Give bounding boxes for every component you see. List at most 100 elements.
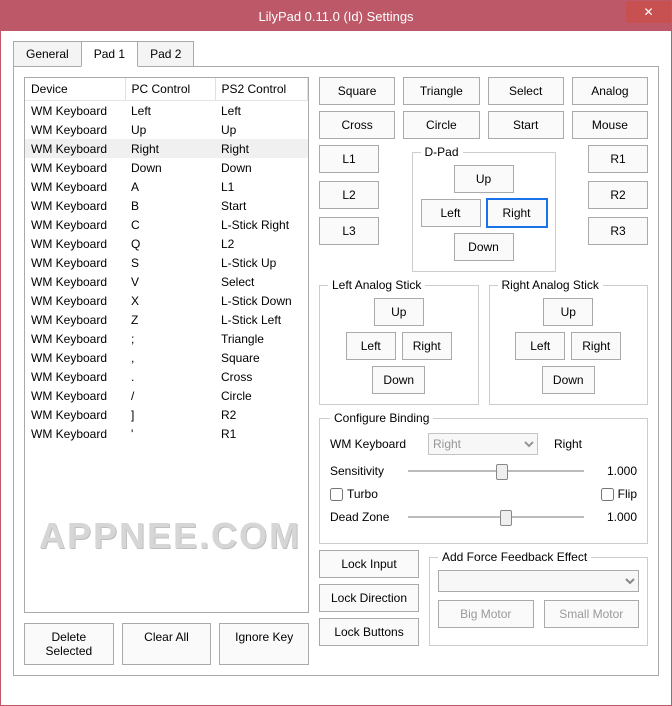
lock-input-button[interactable]: Lock Input xyxy=(319,550,419,578)
cell-pc: V xyxy=(125,272,215,291)
tab-general[interactable]: General xyxy=(13,41,82,66)
cross-button[interactable]: Cross xyxy=(319,111,395,139)
turbo-checkbox-label[interactable]: Turbo xyxy=(330,487,378,501)
clear-all-button[interactable]: Clear All xyxy=(122,623,212,665)
triangle-button[interactable]: Triangle xyxy=(403,77,479,105)
small-motor-button[interactable]: Small Motor xyxy=(544,600,640,628)
r1-button[interactable]: R1 xyxy=(588,145,648,173)
left-stick-legend: Left Analog Stick xyxy=(328,278,425,292)
tab-pad2[interactable]: Pad 2 xyxy=(137,41,194,66)
lock-buttons-button[interactable]: Lock Buttons xyxy=(319,618,419,646)
table-row[interactable]: WM KeyboardZL-Stick Left xyxy=(25,310,308,329)
table-row[interactable]: WM Keyboard]R2 xyxy=(25,405,308,424)
l3-button[interactable]: L3 xyxy=(319,217,379,245)
circle-button[interactable]: Circle xyxy=(403,111,479,139)
turbo-checkbox[interactable] xyxy=(330,488,343,501)
l2-button[interactable]: L2 xyxy=(319,181,379,209)
cell-ps2: Cross xyxy=(215,367,308,386)
dpad-down-button[interactable]: Down xyxy=(454,233,514,261)
table-row[interactable]: WM KeyboardDownDown xyxy=(25,158,308,177)
sensitivity-label: Sensitivity xyxy=(330,464,400,478)
dpad-left-button[interactable]: Left xyxy=(421,199,481,227)
start-button[interactable]: Start xyxy=(488,111,564,139)
cell-ps2: Down xyxy=(215,158,308,177)
lstick-right-button[interactable]: Right xyxy=(402,332,452,360)
table-row[interactable]: WM Keyboard.Cross xyxy=(25,367,308,386)
r3-button[interactable]: R3 xyxy=(588,217,648,245)
dpad-legend: D-Pad xyxy=(421,145,463,159)
ff-effect-select[interactable] xyxy=(438,570,639,592)
table-row[interactable]: WM Keyboard;Triangle xyxy=(25,329,308,348)
big-motor-button[interactable]: Big Motor xyxy=(438,600,534,628)
table-row[interactable]: WM Keyboard'R1 xyxy=(25,424,308,443)
force-feedback-group: Add Force Feedback Effect Big Motor Smal… xyxy=(429,550,648,646)
col-device[interactable]: Device xyxy=(25,78,125,101)
cell-device: WM Keyboard xyxy=(25,272,125,291)
tab-label: General xyxy=(26,47,69,61)
select-button[interactable]: Select xyxy=(488,77,564,105)
r2-button[interactable]: R2 xyxy=(588,181,648,209)
cell-pc: Q xyxy=(125,234,215,253)
cell-device: WM Keyboard xyxy=(25,424,125,443)
analog-button[interactable]: Analog xyxy=(572,77,648,105)
cfg-control-select[interactable]: Right xyxy=(428,433,538,455)
cell-pc: Left xyxy=(125,101,215,121)
ignore-key-button[interactable]: Ignore Key xyxy=(219,623,309,665)
close-button[interactable]: ✕ xyxy=(626,1,671,23)
tab-pad1[interactable]: Pad 1 xyxy=(81,41,138,67)
table-row[interactable]: WM KeyboardUpUp xyxy=(25,120,308,139)
table-row[interactable]: WM KeyboardXL-Stick Down xyxy=(25,291,308,310)
cell-pc: A xyxy=(125,177,215,196)
cell-ps2: L-Stick Up xyxy=(215,253,308,272)
cell-pc: X xyxy=(125,291,215,310)
table-row[interactable]: WM KeyboardAL1 xyxy=(25,177,308,196)
flip-checkbox-label[interactable]: Flip xyxy=(601,487,637,501)
table-row[interactable]: WM KeyboardBStart xyxy=(25,196,308,215)
table-row[interactable]: WM KeyboardCL-Stick Right xyxy=(25,215,308,234)
cell-device: WM Keyboard xyxy=(25,196,125,215)
cell-ps2: Right xyxy=(215,139,308,158)
cell-pc: C xyxy=(125,215,215,234)
watermark-text: APPNEE.COM xyxy=(39,515,301,557)
configure-binding-legend: Configure Binding xyxy=(330,411,433,425)
col-pc-control[interactable]: PC Control xyxy=(125,78,215,101)
tab-bar: General Pad 1 Pad 2 xyxy=(13,41,659,66)
dpad-right-button[interactable]: Right xyxy=(487,199,547,227)
cfg-device-label: WM Keyboard xyxy=(330,437,420,451)
client-area: General Pad 1 Pad 2 Device PC Control PS… xyxy=(1,31,671,705)
table-row[interactable]: WM KeyboardRightRight xyxy=(25,139,308,158)
lstick-down-button[interactable]: Down xyxy=(372,366,425,394)
cell-ps2: L2 xyxy=(215,234,308,253)
lstick-left-button[interactable]: Left xyxy=(346,332,396,360)
bindings-table[interactable]: Device PC Control PS2 Control WM Keyboar… xyxy=(24,77,309,613)
cell-device: WM Keyboard xyxy=(25,348,125,367)
table-row[interactable]: WM Keyboard/Circle xyxy=(25,386,308,405)
lock-direction-button[interactable]: Lock Direction xyxy=(319,584,419,612)
rstick-down-button[interactable]: Down xyxy=(542,366,595,394)
cell-pc: B xyxy=(125,196,215,215)
lstick-up-button[interactable]: Up xyxy=(374,298,424,326)
table-row[interactable]: WM KeyboardQL2 xyxy=(25,234,308,253)
deadzone-value: 1.000 xyxy=(592,510,637,524)
table-row[interactable]: WM KeyboardVSelect xyxy=(25,272,308,291)
mouse-button[interactable]: Mouse xyxy=(572,111,648,139)
cell-device: WM Keyboard xyxy=(25,101,125,121)
table-row[interactable]: WM Keyboard,Square xyxy=(25,348,308,367)
dpad-up-button[interactable]: Up xyxy=(454,165,514,193)
table-row[interactable]: WM KeyboardSL-Stick Up xyxy=(25,253,308,272)
square-button[interactable]: Square xyxy=(319,77,395,105)
deadzone-slider[interactable] xyxy=(408,507,584,527)
table-row[interactable]: WM KeyboardLeftLeft xyxy=(25,101,308,121)
flip-checkbox[interactable] xyxy=(601,488,614,501)
controls-column: Square Triangle Select Analog Cross Circ… xyxy=(319,77,648,665)
col-ps2-control[interactable]: PS2 Control xyxy=(215,78,308,101)
l1-button[interactable]: L1 xyxy=(319,145,379,173)
sensitivity-slider[interactable] xyxy=(408,461,584,481)
cell-ps2: R1 xyxy=(215,424,308,443)
rstick-up-button[interactable]: Up xyxy=(543,298,593,326)
delete-selected-button[interactable]: Delete Selected xyxy=(24,623,114,665)
rstick-left-button[interactable]: Left xyxy=(515,332,565,360)
cell-ps2: Square xyxy=(215,348,308,367)
cell-device: WM Keyboard xyxy=(25,234,125,253)
rstick-right-button[interactable]: Right xyxy=(571,332,621,360)
